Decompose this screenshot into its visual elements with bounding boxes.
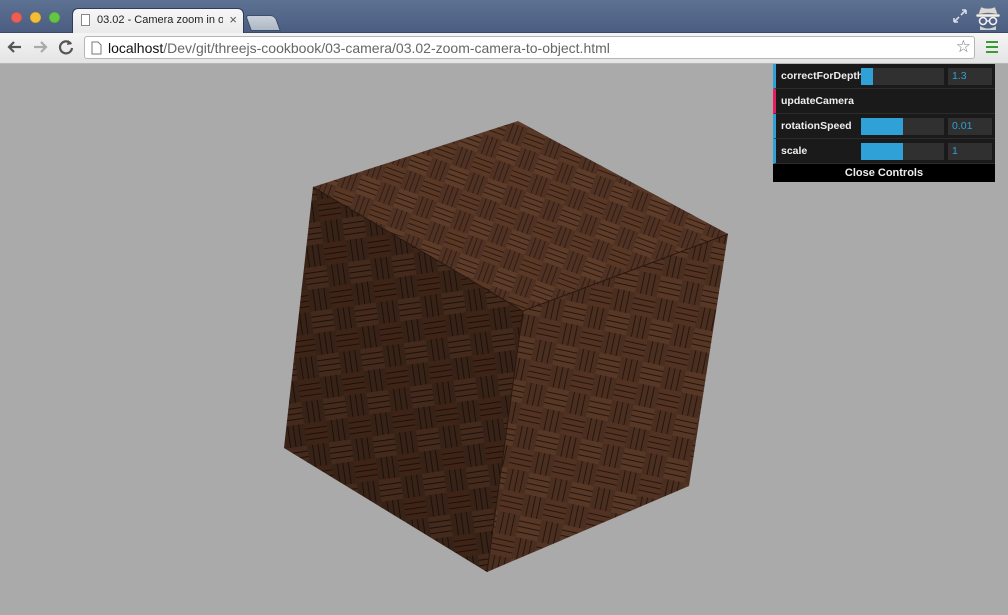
reload-icon[interactable] — [55, 36, 77, 58]
maximize-window-button[interactable] — [49, 12, 60, 23]
address-bar[interactable]: localhost/Dev/git/threejs-cookbook/03-ca… — [84, 36, 975, 59]
rotation-speed-slider[interactable] — [861, 118, 944, 135]
close-tab-icon[interactable]: × — [229, 12, 237, 27]
page-icon — [91, 41, 102, 55]
controls-panel: correctForDepth 1.3 updateCamera rotatio… — [773, 64, 995, 182]
control-label: updateCamera — [781, 95, 854, 107]
new-tab-button[interactable] — [245, 15, 281, 31]
close-controls-button[interactable]: Close Controls — [773, 164, 995, 182]
control-label: correctForDepth — [781, 70, 864, 82]
control-rotation-speed: rotationSpeed 0.01 — [773, 114, 995, 139]
rotation-speed-input[interactable]: 0.01 — [948, 118, 992, 135]
forward-icon[interactable] — [29, 36, 51, 58]
page-icon — [81, 14, 90, 26]
scale-slider[interactable] — [861, 143, 944, 160]
back-icon[interactable] — [4, 36, 26, 58]
correct-for-depth-input[interactable]: 1.3 — [948, 68, 992, 85]
tab-title: 03.02 - Camera zoom in o — [97, 14, 223, 26]
bookmark-star-icon[interactable]: ☆ — [956, 37, 971, 57]
fullscreen-icon[interactable] — [952, 8, 968, 24]
menu-icon[interactable] — [986, 41, 998, 56]
close-window-button[interactable] — [11, 12, 22, 23]
incognito-icon — [975, 6, 1001, 30]
correct-for-depth-slider[interactable] — [861, 68, 944, 85]
title-bar: 03.02 - Camera zoom in o × — [0, 0, 1008, 33]
control-correct-for-depth: correctForDepth 1.3 — [773, 64, 995, 89]
minimize-window-button[interactable] — [30, 12, 41, 23]
update-camera-button[interactable]: updateCamera — [773, 89, 995, 114]
browser-toolbar: localhost/Dev/git/threejs-cookbook/03-ca… — [0, 33, 1008, 64]
control-label: rotationSpeed — [781, 120, 852, 132]
control-scale: scale 1 — [773, 139, 995, 164]
control-label: scale — [781, 145, 808, 157]
url-text: localhost/Dev/git/threejs-cookbook/03-ca… — [108, 40, 610, 56]
scale-input[interactable]: 1 — [948, 143, 992, 160]
browser-tab[interactable]: 03.02 - Camera zoom in o × — [72, 8, 244, 33]
